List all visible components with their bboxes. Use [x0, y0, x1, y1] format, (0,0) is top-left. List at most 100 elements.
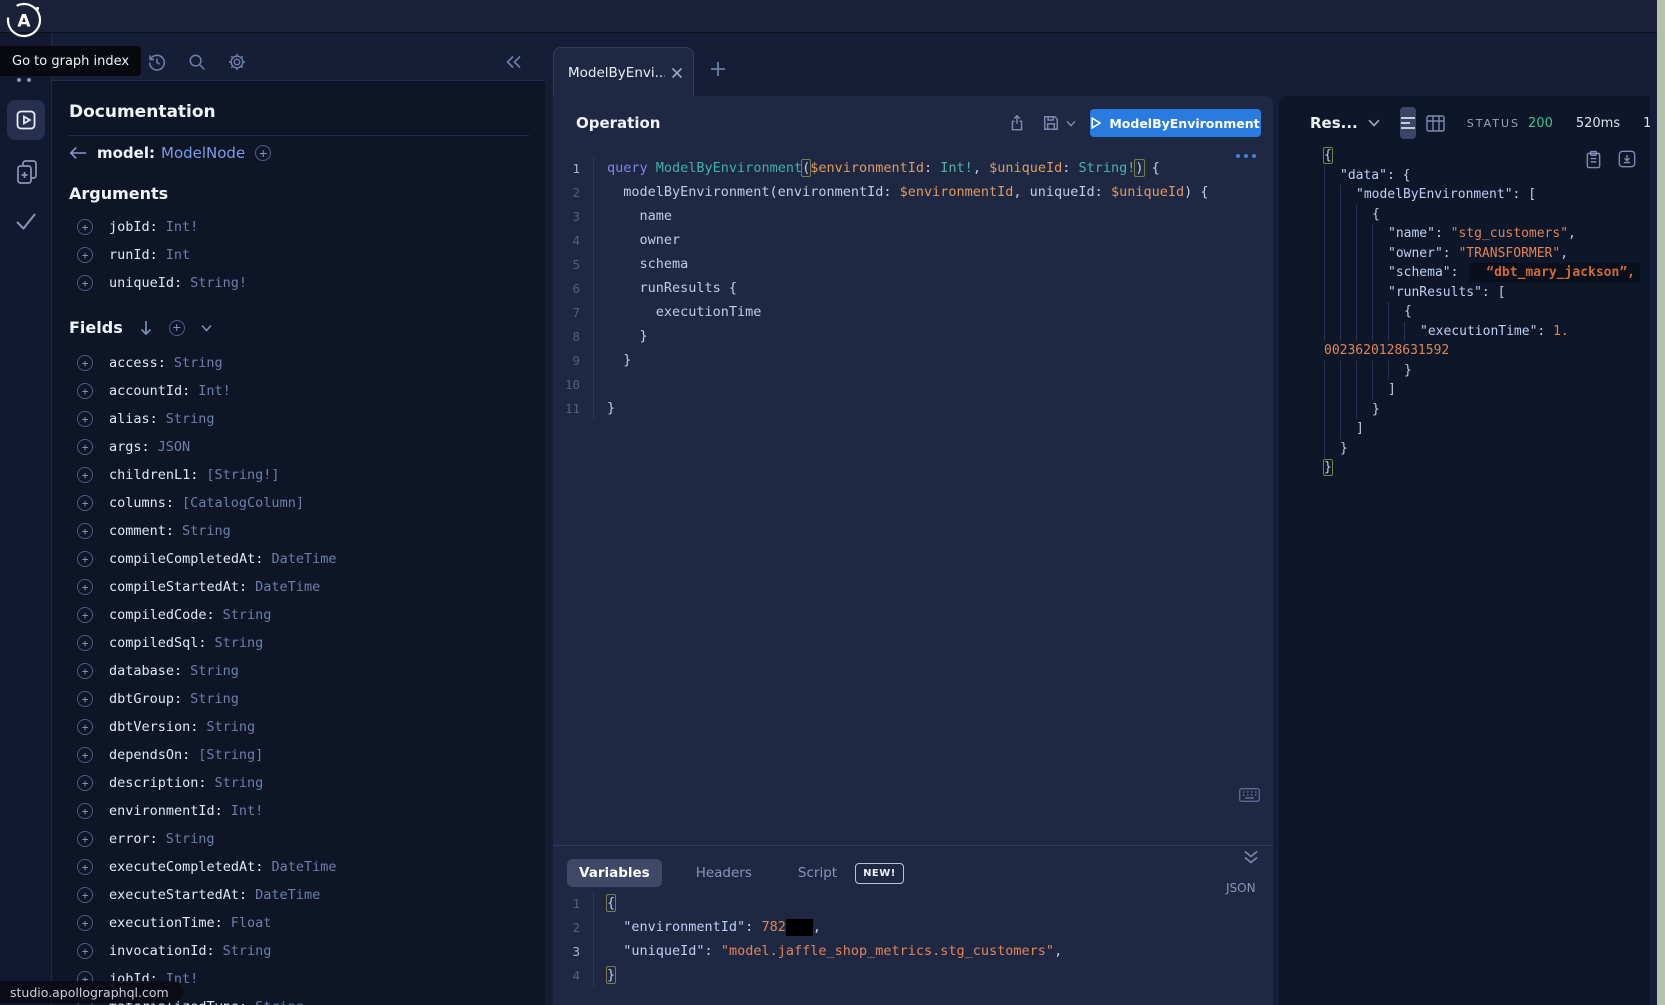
tab-variables[interactable]: Variables — [567, 859, 662, 887]
member-type-link[interactable]: Int! — [198, 383, 231, 399]
code-line[interactable]: 9 } — [553, 348, 1273, 372]
member-type-link[interactable]: Int — [166, 247, 190, 263]
code-line[interactable]: 7 executionTime — [553, 300, 1273, 324]
add-to-query-icon[interactable] — [77, 495, 93, 511]
code-line[interactable]: 5 schema — [553, 252, 1273, 276]
collapse-docs-icon[interactable] — [503, 51, 525, 73]
add-to-query-icon[interactable] — [77, 579, 93, 595]
history-icon[interactable] — [146, 51, 168, 73]
sidebar-item-explorer[interactable] — [7, 100, 45, 140]
add-to-query-icon[interactable] — [77, 551, 93, 567]
add-to-query-icon[interactable] — [77, 439, 93, 455]
chevron-down-icon[interactable] — [201, 324, 212, 332]
response-title[interactable]: Res... — [1310, 114, 1358, 132]
add-to-query-icon[interactable] — [77, 943, 93, 959]
collapse-panel-icon[interactable] — [1243, 850, 1259, 864]
share-icon[interactable] — [1007, 113, 1027, 133]
code-line[interactable]: 3 "uniqueId": "model.jaffle_shop_metrics… — [553, 939, 1273, 963]
code-line[interactable]: 1{ — [553, 891, 1273, 915]
breadcrumb-type-link[interactable]: ModelNode — [161, 144, 245, 162]
add-to-query-icon[interactable] — [77, 411, 93, 427]
member-type-link[interactable]: String — [223, 943, 272, 959]
add-all-fields-icon[interactable] — [169, 320, 185, 336]
download-response-icon[interactable] — [1618, 150, 1636, 169]
tab-script[interactable]: Script — [786, 859, 841, 887]
code-line[interactable]: 3 name — [553, 204, 1273, 228]
member-type-link[interactable]: String — [174, 355, 223, 371]
copy-response-icon[interactable] — [1585, 150, 1602, 169]
member-type-link[interactable]: String — [190, 691, 239, 707]
add-to-query-icon[interactable] — [77, 915, 93, 931]
more-options-button[interactable] — [1236, 154, 1256, 158]
member-type-link[interactable]: String! — [190, 275, 247, 291]
add-to-query-icon[interactable] — [77, 635, 93, 651]
member-type-link[interactable]: String — [255, 999, 304, 1005]
operation-editor[interactable]: 1query ModelByEnvironment($environmentId… — [553, 156, 1273, 420]
member-type-link[interactable]: String — [190, 663, 239, 679]
code-line[interactable]: 10 — [553, 372, 1273, 396]
keyboard-shortcuts-icon[interactable] — [1239, 788, 1260, 802]
operation-tab[interactable]: ModelByEnvi... — [553, 47, 694, 97]
add-to-query-icon[interactable] — [77, 275, 93, 291]
member-type-link[interactable]: String — [215, 635, 264, 651]
member-type-link[interactable]: [String!] — [206, 467, 279, 483]
member-type-link[interactable]: Float — [231, 915, 272, 931]
member-type-link[interactable]: String — [223, 607, 272, 623]
view-raw-toggle[interactable] — [1400, 107, 1416, 139]
member-type-link[interactable]: Int! — [166, 219, 199, 235]
member-type-link[interactable]: Int! — [231, 803, 264, 819]
sort-icon[interactable] — [139, 320, 153, 336]
add-to-query-icon[interactable] — [77, 775, 93, 791]
back-icon[interactable] — [69, 146, 87, 160]
search-icon[interactable] — [186, 51, 208, 73]
code-line[interactable]: 11} — [553, 396, 1273, 420]
add-to-query-icon[interactable] — [77, 691, 93, 707]
member-type-link[interactable]: JSON — [158, 439, 191, 455]
member-type-link[interactable]: DateTime — [271, 859, 336, 875]
add-to-query-icon[interactable] — [77, 467, 93, 483]
add-to-query-icon[interactable] — [77, 247, 93, 263]
member-type-link[interactable]: DateTime — [255, 887, 320, 903]
member-type-link[interactable]: String — [166, 411, 215, 427]
member-type-link[interactable]: [String] — [198, 747, 263, 763]
member-type-link[interactable]: String — [215, 775, 264, 791]
add-to-query-icon[interactable] — [77, 355, 93, 371]
add-to-query-icon[interactable] — [77, 719, 93, 735]
add-to-query-icon[interactable] — [77, 523, 93, 539]
view-table-toggle[interactable] — [1426, 115, 1445, 132]
add-to-query-icon[interactable] — [77, 663, 93, 679]
add-to-query-icon[interactable] — [77, 887, 93, 903]
sidebar-item-checklist[interactable] — [13, 208, 39, 234]
add-to-query-icon[interactable] — [77, 831, 93, 847]
code-line[interactable]: 4} — [553, 963, 1273, 987]
response-chevron-icon[interactable] — [1368, 119, 1380, 127]
member-type-link[interactable]: String — [166, 831, 215, 847]
tab-headers[interactable]: Headers — [684, 859, 764, 887]
settings-icon[interactable] — [226, 51, 248, 73]
apollo-logo[interactable]: A — [5, 1, 43, 39]
code-line[interactable]: 4 owner — [553, 228, 1273, 252]
add-to-query-icon[interactable] — [77, 747, 93, 763]
add-to-query-icon[interactable] — [77, 607, 93, 623]
variables-editor[interactable]: 1{2 "environmentId": 782,3 "uniqueId": "… — [553, 891, 1273, 987]
code-line[interactable]: 2 "environmentId": 782, — [553, 915, 1273, 939]
code-line[interactable]: 6 runResults { — [553, 276, 1273, 300]
member-type-link[interactable]: DateTime — [255, 579, 320, 595]
close-tab-icon[interactable] — [671, 67, 683, 79]
add-to-query-icon[interactable] — [255, 145, 271, 161]
add-to-query-icon[interactable] — [77, 859, 93, 875]
code-line[interactable]: 2 modelByEnvironment(environmentId: $env… — [553, 180, 1273, 204]
new-tab-button[interactable] — [706, 57, 730, 81]
run-operation-button[interactable]: ModelByEnvironment — [1090, 109, 1261, 137]
member-type-link[interactable]: String — [206, 719, 255, 735]
member-type-link[interactable]: DateTime — [271, 551, 336, 567]
member-type-link[interactable]: String — [182, 523, 231, 539]
add-to-query-icon[interactable] — [77, 383, 93, 399]
code-line[interactable]: 8 } — [553, 324, 1273, 348]
save-icon[interactable] — [1041, 113, 1076, 133]
add-to-query-icon[interactable] — [77, 803, 93, 819]
add-to-query-icon[interactable] — [77, 219, 93, 235]
sidebar-item-schema[interactable] — [14, 158, 40, 186]
code-line[interactable]: 1query ModelByEnvironment($environmentId… — [553, 156, 1273, 180]
member-type-link[interactable]: [CatalogColumn] — [182, 495, 304, 511]
